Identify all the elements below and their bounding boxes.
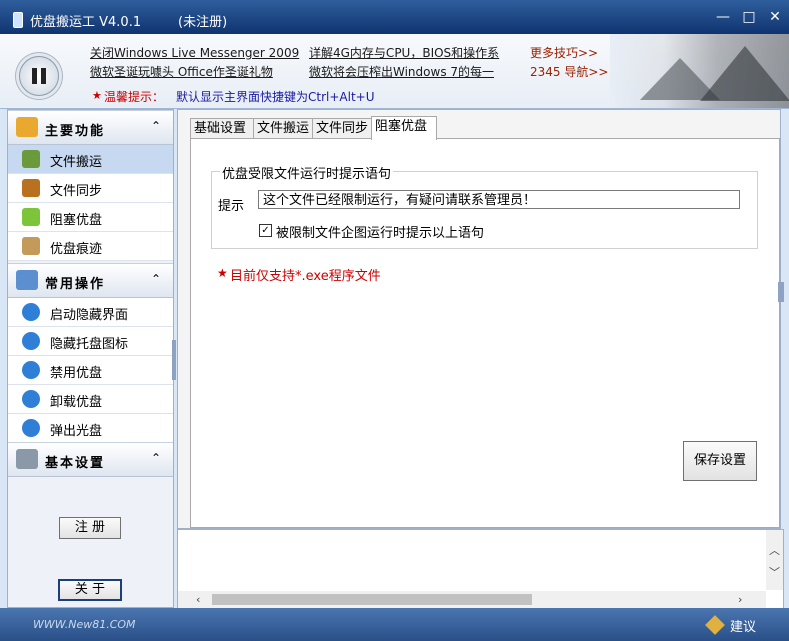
tab-file-transfer[interactable]: 文件搬运 (253, 118, 315, 139)
sidebar-item-file-sync[interactable]: 文件同步 (8, 174, 173, 203)
exe-only-note: 目前仅支持*.exe程序文件 (230, 269, 381, 284)
section-label: 主要功能 (45, 124, 106, 139)
pause-button[interactable] (19, 56, 59, 96)
sidebar-item-label: 优盘痕迹 (50, 242, 103, 257)
restricted-prompt-group: 优盘受限文件运行时提示语句 提示 这个文件已经限制运行，有疑问请联系管理员！ ✓… (211, 163, 758, 249)
tab-basic-settings[interactable]: 基础设置 (190, 118, 256, 139)
save-settings-button[interactable]: 保存设置 (683, 441, 757, 481)
section-basic-settings[interactable]: 基本设置 ⌃ (8, 442, 173, 477)
suggest-button[interactable]: 建议 (730, 616, 756, 635)
suggestion-icon[interactable] (705, 615, 725, 635)
tab-file-sync[interactable]: 文件同步 (312, 118, 374, 139)
sidebar-item-label: 隐藏托盘图标 (50, 337, 129, 352)
sidebar-item-file-transfer[interactable]: 文件搬运 (8, 145, 173, 174)
tools-icon (16, 449, 38, 469)
sidebar-item-block-usb[interactable]: 阻塞优盘 (8, 203, 173, 232)
chevron-left-icon[interactable]: ‹ (196, 593, 200, 606)
news-link-3[interactable]: 详解4G内存与CPU，BIOS和操作系 (309, 44, 499, 61)
registration-status: (未注册) (178, 15, 228, 30)
site-url: WWW.New81.COM (33, 618, 136, 631)
sidebar-item-usb-traces[interactable]: 优盘痕迹 (8, 232, 173, 261)
sidebar-item-label: 卸载优盘 (50, 395, 103, 410)
cancel-icon (22, 361, 40, 379)
eject-arrow-icon (22, 390, 40, 408)
chevron-down-icon[interactable]: ﹀ (769, 564, 780, 580)
tab-block-usb[interactable]: 阻塞优盘 (371, 116, 437, 140)
maximize-button[interactable]: □ (740, 8, 758, 26)
news-link-2[interactable]: 微软圣诞玩噱头 Office作圣诞礼物 (90, 63, 273, 80)
news-link-1[interactable]: 关闭Windows Live Messenger 2009 (90, 44, 299, 61)
horizontal-scrollbar[interactable]: ‹ › (178, 591, 766, 608)
panel-edge-grip[interactable] (778, 282, 784, 302)
eject-icon (22, 419, 40, 437)
section-label: 常用操作 (45, 277, 106, 292)
sidebar: 主要功能 ⌃ 文件搬运 文件同步 阻塞优盘 优盘痕迹 常用操作 ⌃ 启动隐藏界面 (7, 109, 174, 608)
lock-icon (22, 208, 40, 226)
chevron-up-icon[interactable]: ⌃ (151, 119, 161, 133)
sidebar-splitter[interactable] (172, 340, 176, 380)
sidebar-item-label: 启动隐藏界面 (50, 308, 129, 323)
section-label: 基本设置 (45, 456, 106, 471)
sidebar-item-label: 文件搬运 (50, 155, 103, 170)
close-button[interactable]: ✕ (766, 8, 784, 26)
cart-icon (22, 150, 40, 168)
sidebar-item-show-hidden-ui[interactable]: 启动隐藏界面 (8, 298, 173, 327)
news-link-4[interactable]: 微软将会压榨出Windows 7的每一 (309, 63, 494, 80)
mountain-decoration (700, 46, 789, 101)
section-common-operations[interactable]: 常用操作 ⌃ (8, 263, 173, 298)
star-icon: ★ (217, 266, 228, 280)
chevron-up-icon[interactable]: ︿ (769, 542, 780, 558)
window-title: 优盘搬运工 V4.0.1 (30, 15, 142, 30)
sidebar-item-label: 阻塞优盘 (50, 213, 103, 228)
show-prompt-checkbox[interactable]: ✓ (259, 224, 272, 237)
about-button[interactable]: 关 于 (58, 579, 122, 601)
briefcase-icon (22, 179, 40, 197)
chevron-up-icon[interactable]: ⌃ (151, 272, 161, 286)
status-bar: WWW.New81.COM 建议 (0, 608, 789, 641)
section-main-functions[interactable]: 主要功能 ⌃ (8, 110, 173, 145)
checkbox-label: 被限制文件企图运行时提示以上语句 (276, 226, 485, 241)
sidebar-item-label: 禁用优盘 (50, 366, 103, 381)
chevron-right-icon[interactable]: › (738, 593, 742, 606)
info-icon (22, 332, 40, 350)
sidebar-item-label: 文件同步 (50, 184, 103, 199)
power-icon (22, 303, 40, 321)
broom-icon (22, 237, 40, 255)
star-icon: ★ (92, 89, 102, 102)
register-button[interactable]: 注 册 (59, 517, 121, 539)
group-title: 优盘受限文件运行时提示语句 (220, 163, 394, 182)
sidebar-item-unmount-usb[interactable]: 卸载优盘 (8, 385, 173, 414)
prompt-label: 提示 (218, 199, 245, 214)
sidebar-item-label: 弹出光盘 (50, 424, 103, 439)
sidebar-item-hide-tray-icon[interactable]: 隐藏托盘图标 (8, 327, 173, 356)
scrollbar-thumb[interactable] (212, 594, 532, 605)
folder-search-icon (16, 117, 38, 137)
computer-user-icon (16, 270, 38, 290)
tab-page-block-usb: 优盘受限文件运行时提示语句 提示 这个文件已经限制运行，有疑问请联系管理员！ ✓… (190, 138, 780, 528)
tip-text: 默认显示主界面快捷键为Ctrl+Alt+U (176, 90, 375, 104)
tip-label: 温馨提示： (104, 90, 165, 104)
chevron-up-icon[interactable]: ⌃ (151, 451, 161, 465)
minimize-button[interactable]: — (714, 8, 732, 26)
vertical-scrollbar[interactable]: ︿ ﹀ (766, 530, 783, 590)
nav-2345-link[interactable]: 2345 导航>> (530, 63, 608, 80)
log-area[interactable]: ︿ ﹀ ‹ › (177, 529, 784, 609)
sidebar-item-disable-usb[interactable]: 禁用优盘 (8, 356, 173, 385)
main-panel: 基础设置 文件搬运 文件同步 阻塞优盘 优盘受限文件运行时提示语句 提示 这个文… (177, 109, 781, 529)
prompt-input[interactable]: 这个文件已经限制运行，有疑问请联系管理员！ (258, 190, 740, 209)
app-window: 优盘搬运工 V4.0.1 (未注册) — □ ✕ 关闭Windows Live … (0, 0, 789, 641)
usb-drive-icon (13, 12, 23, 28)
sidebar-item-eject-disc[interactable]: 弹出光盘 (8, 414, 173, 443)
more-tips-link[interactable]: 更多技巧>> (530, 44, 598, 61)
title-bar[interactable]: 优盘搬运工 V4.0.1 (未注册) — □ ✕ (0, 0, 789, 34)
